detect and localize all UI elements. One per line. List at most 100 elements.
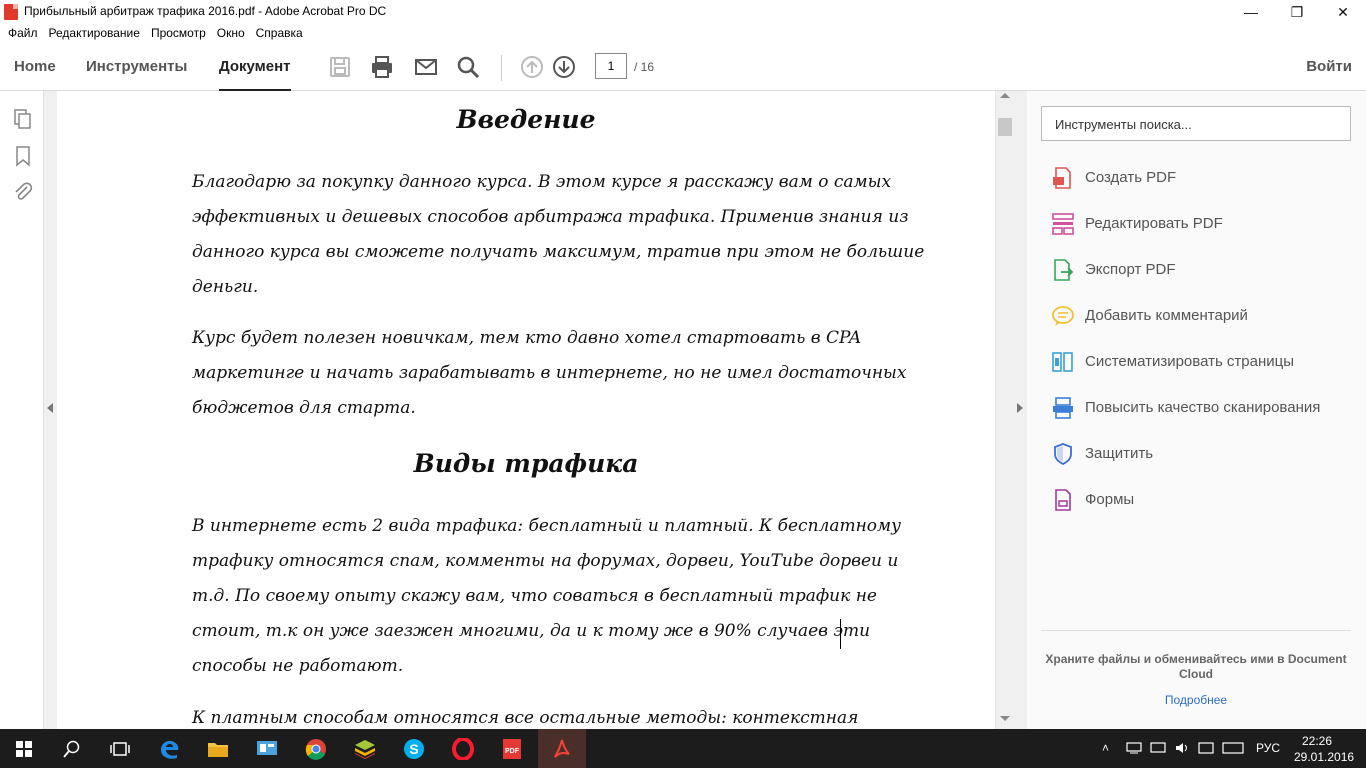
learn-more-link[interactable]: Подробнее	[1041, 693, 1351, 707]
start-button[interactable]	[0, 729, 48, 768]
maximize-button[interactable]: ❐	[1274, 0, 1320, 24]
heading-traffic-types: Виды трафика	[413, 449, 639, 478]
edge-button[interactable]	[146, 729, 194, 768]
tool-organize-pages[interactable]: Систематизировать страницы	[1051, 349, 1351, 375]
network-icon[interactable]	[1126, 742, 1142, 754]
menu-bar: Файл Редактирование Просмотр Окно Справк…	[0, 24, 1366, 42]
pdf-reader-button[interactable]: PDF	[488, 729, 536, 768]
chevron-left-icon	[47, 403, 53, 413]
opera-button[interactable]	[439, 729, 487, 768]
menu-view[interactable]: Просмотр	[149, 24, 213, 42]
system-clock[interactable]: 22:26 29.01.2016	[1294, 733, 1354, 765]
page-number-input[interactable]: 1	[595, 53, 627, 79]
minimize-button[interactable]: —	[1228, 0, 1274, 24]
mail-icon[interactable]	[414, 55, 438, 79]
paragraph-2: Курс будет полезен новичкам, тем кто дав…	[192, 328, 907, 418]
protect-icon	[1054, 443, 1072, 466]
organize-pages-icon	[1052, 352, 1073, 372]
page-down-icon[interactable]	[552, 55, 576, 79]
vertical-scrollbar[interactable]	[995, 91, 1013, 729]
main-toolbar: Home Инструменты Документ 1 / 16 Войти	[0, 43, 1366, 92]
save-icon[interactable]	[328, 55, 352, 79]
window-title: Прибыльный арбитраж трафика 2016.pdf - A…	[24, 4, 387, 18]
tab-document[interactable]: Документ	[219, 43, 291, 92]
login-button[interactable]: Войти	[1306, 43, 1352, 91]
volume-icon[interactable]	[1174, 741, 1190, 755]
edge-icon	[161, 740, 179, 759]
chrome-icon	[305, 738, 326, 760]
acrobat-button[interactable]	[538, 729, 586, 768]
paragraph-1: Благодарю за покупку данного курса. В эт…	[192, 172, 925, 297]
tab-home[interactable]: Home	[14, 43, 56, 91]
opera-icon	[452, 737, 474, 760]
bookmarks-icon[interactable]	[12, 145, 34, 167]
acrobat-app-icon	[4, 4, 18, 20]
task-view-icon	[110, 741, 130, 756]
close-button[interactable]: ✕	[1320, 0, 1366, 24]
forms-icon	[1055, 489, 1071, 511]
paragraph-3: В интернете есть 2 вида трафика: бесплат…	[192, 516, 901, 676]
start-icon	[16, 740, 32, 757]
pdf-reader-icon: PDF	[503, 738, 521, 759]
tool-label: Повысить качество сканирования	[1085, 399, 1321, 416]
pane-divider	[1041, 630, 1351, 631]
tool-create-pdf[interactable]: Создать PDF	[1051, 165, 1351, 191]
page-up-icon[interactable]	[520, 55, 544, 79]
language-indicator[interactable]: РУС	[1256, 741, 1280, 755]
tool-edit-pdf[interactable]: Редактировать PDF	[1051, 211, 1351, 237]
tab-tools[interactable]: Инструменты	[86, 43, 187, 91]
notification-icon[interactable]	[1198, 742, 1214, 754]
document-cloud-promo: Храните файлы и обменивайтесь ими в Docu…	[1045, 652, 1347, 681]
export-pdf-icon	[1054, 259, 1074, 281]
file-explorer-button[interactable]	[194, 729, 242, 768]
show-hidden-icons-icon[interactable]: ˄	[1102, 741, 1109, 755]
tool-label: Систематизировать страницы	[1085, 353, 1295, 370]
tool-label: Создать PDF	[1085, 169, 1177, 186]
tool-enhance-scan[interactable]: Повысить качество сканирования	[1051, 395, 1351, 421]
control-panel-button[interactable]	[243, 729, 291, 768]
display-icon[interactable]	[1150, 742, 1166, 754]
scroll-thumb[interactable]	[998, 118, 1012, 136]
edit-pdf-icon	[1052, 213, 1074, 235]
task-view-button[interactable]	[96, 729, 144, 768]
cortana-search-icon	[63, 740, 80, 758]
tool-label: Редактировать PDF	[1085, 215, 1223, 232]
navigation-pane	[0, 91, 44, 729]
collapse-right-pane-button[interactable]	[1013, 91, 1027, 729]
comment-icon	[1052, 306, 1074, 326]
create-pdf-icon	[1053, 167, 1071, 189]
bluestacks-button[interactable]	[341, 729, 389, 768]
heading-introduction: Введение	[456, 105, 596, 134]
page-total: / 16	[634, 60, 655, 74]
control-panel-icon	[257, 740, 277, 755]
keyboard-icon[interactable]	[1222, 742, 1244, 754]
attachments-icon[interactable]	[12, 181, 34, 203]
chrome-button[interactable]	[292, 729, 340, 768]
search-icon[interactable]	[456, 55, 480, 79]
text-cursor	[840, 619, 841, 649]
enhance-scan-icon	[1053, 397, 1073, 419]
scroll-down-icon[interactable]	[1000, 716, 1010, 721]
cortana-search-button[interactable]	[48, 729, 96, 768]
scroll-up-icon[interactable]	[1000, 93, 1010, 98]
collapse-left-pane-button[interactable]	[44, 91, 57, 729]
tools-pane: Инструменты поиска... Создать PDF Редакт…	[1027, 91, 1366, 729]
tools-search-input[interactable]: Инструменты поиска...	[1041, 106, 1351, 141]
print-icon[interactable]	[370, 55, 394, 79]
tool-protect[interactable]: Защитить	[1051, 441, 1351, 467]
menu-help[interactable]: Справка	[254, 24, 310, 42]
menu-file[interactable]: Файл	[6, 24, 45, 42]
tool-label: Защитить	[1085, 445, 1154, 462]
tool-add-comment[interactable]: Добавить комментарий	[1051, 303, 1351, 329]
page-thumbnails-icon[interactable]	[12, 108, 34, 130]
menu-edit[interactable]: Редактирование	[47, 24, 147, 42]
tool-export-pdf[interactable]: Экспорт PDF	[1051, 257, 1351, 283]
skype-button[interactable]: S	[390, 729, 438, 768]
tool-forms[interactable]: Формы	[1051, 487, 1351, 513]
document-page: Введение Благодарю за покупку данного ку…	[57, 91, 995, 729]
chevron-right-icon	[1017, 403, 1023, 413]
skype-icon: S	[404, 738, 424, 759]
tool-label: Добавить комментарий	[1085, 307, 1248, 324]
menu-window[interactable]: Окно	[215, 24, 252, 42]
svg-text:PDF: PDF	[505, 748, 520, 755]
